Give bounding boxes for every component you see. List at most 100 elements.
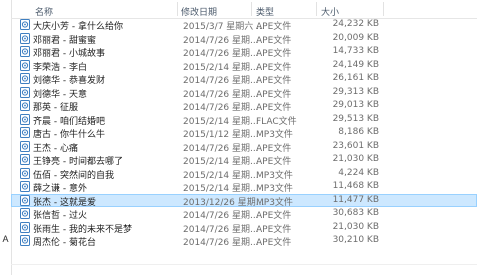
file-size: 20,009 KB [332,32,379,43]
file-name: 张雨生 - 我的未来不是梦 [33,224,132,235]
file-row[interactable]: 张雨生 - 我的未来不是梦 2014/7/26 星期... APE文件 21,030 … [11,221,477,235]
file-type: APE文件 [256,103,292,113]
audio-file-icon [20,194,30,206]
file-type: MP3文件 [256,130,293,140]
file-date: 2014/7/26 星期... [183,103,259,113]
audio-file-icon [20,86,30,98]
column-divider[interactable] [383,2,384,16]
file-row[interactable]: 王杰 - 心痛 2014/7/26 星期... APE文件 23,601 KB [11,140,477,154]
file-name: 王杰 - 心痛 [33,143,78,154]
audio-file-icon [20,127,30,138]
file-size: 14,733 KB [332,46,379,56]
file-name: 邓丽君 - 小城故事 [33,49,105,59]
file-size: 24,149 KB [332,59,379,70]
file-name: 伍佰 - 突然间的自我 [33,170,114,181]
file-type: APE文件 [256,22,292,32]
file-date: 2015/2/14 星期... [183,184,259,194]
file-date: 2015/3/7 星期六 ... [183,22,265,32]
file-row[interactable]: 唐古 - 你牛什么牛 2015/1/12 星期... MP3文件 8,186 KB [11,126,477,140]
audio-file-icon [20,19,30,30]
file-name: 薛之谦 - 意外 [33,184,87,194]
file-size: 21,030 KB [332,154,379,164]
file-size: 30,683 KB [332,208,379,218]
file-row[interactable]: 伍佰 - 突然间的自我 2015/2/14 星期... MP3文件 4,224 KB [11,167,477,181]
file-size: 11,477 KB [332,194,379,205]
file-type: APE文件 [256,211,292,221]
file-row[interactable]: 薛之谦 - 意外 2015/2/14 星期... MP3文件 11,468 KB [11,180,477,194]
file-row[interactable]: 周杰伦 - 菊花台 2014/7/26 星期... APE文件 30,210 KB [11,234,477,248]
column-header-type[interactable]: 类型 [256,5,274,18]
file-size: 4,224 KB [338,167,379,178]
audio-file-icon [20,59,30,71]
file-row[interactable]: 邓丽君 - 小城故事 2014/7/26 星期... APE文件 14,733 KB [11,45,477,59]
file-name: 王铮亮 - 时间都去哪了 [33,157,123,167]
file-date: 2014/7/26 星期... [183,76,259,86]
column-header-size[interactable]: 大小 [321,5,339,18]
audio-file-icon [20,235,30,246]
file-row[interactable]: 刘德华 - 恭喜发财 2014/7/26 星期... APE文件 26,161 KB [11,72,477,86]
file-row[interactable]: 王铮亮 - 时间都去哪了 2015/2/14 星期... APE文件 21,030 K… [11,153,477,167]
file-date: 2014/7/26 星期... [183,143,259,154]
file-type: MP3文件 [256,184,293,194]
file-type: APE文件 [256,157,292,167]
file-type: MP3文件 [256,197,293,208]
file-date: 2014/7/26 星期... [183,49,259,59]
audio-file-icon [20,140,30,152]
file-size: 23,601 KB [332,140,379,151]
file-type: FLAC文件 [256,116,297,127]
file-date: 2014/7/26 星期... [183,224,259,235]
file-date: 2015/1/12 星期... [183,130,259,140]
file-name: 那英 - 征服 [33,103,78,113]
file-size: 29,513 KB [332,113,379,124]
file-size: 29,313 KB [332,86,379,97]
column-header-date[interactable]: 修改日期 [181,5,217,18]
column-divider[interactable] [316,2,317,16]
column-divider[interactable] [251,2,252,16]
file-row[interactable]: 大庆小芳 - 拿什么给你 2015/3/7 星期六 ... APE文件 24,232 … [11,18,477,32]
file-date: 2014/7/26 星期... [183,35,259,46]
file-date: 2014/7/26 星期... [183,211,259,221]
file-type: APE文件 [256,89,292,100]
file-type: APE文件 [256,143,292,154]
file-row[interactable]: 李荣浩 - 李白 2015/2/14 星期... APE文件 24,149 KB [11,59,477,73]
file-row[interactable]: 张信哲 - 过火 2014/7/26 星期... APE文件 30,683 KB [11,207,477,221]
file-row[interactable]: 刘德华 - 天意 2014/7/26 星期... APE文件 29,313 KB [11,86,477,100]
file-type: APE文件 [256,62,292,73]
audio-file-icon [20,32,30,44]
file-name: 李荣浩 - 李白 [33,62,87,73]
file-name: 邓丽君 - 甜蜜蜜 [33,35,96,46]
column-divider[interactable] [177,2,178,16]
nav-pane-clipped-text: A [2,234,9,244]
list-bottom-divider [11,264,477,265]
file-type: APE文件 [256,49,292,59]
file-row[interactable]: 齐晨 - 咱们结婚吧 2015/2/14 星期... FLAC文件 29,513 KB [11,113,477,127]
file-name: 周杰伦 - 菊花台 [33,238,96,248]
audio-file-icon [20,100,30,111]
file-row[interactable]: 张杰 - 这就是爱 2013/12/26 星期... MP3文件 11,477 KB [11,193,477,208]
file-type: APE文件 [256,238,292,248]
file-date: 2014/7/26 星期... [183,238,259,248]
file-date: 2013/12/26 星期... [183,197,265,208]
audio-file-icon [20,167,30,179]
file-size: 21,030 KB [332,221,379,232]
audio-file-icon [20,73,30,84]
file-size: 26,161 KB [332,73,379,83]
file-row[interactable]: 邓丽君 - 甜蜜蜜 2014/7/26 星期... APE文件 20,009 KB [11,32,477,46]
column-header-name[interactable]: 名称 [35,5,53,18]
file-type: APE文件 [256,224,292,235]
audio-file-icon [20,221,30,233]
file-date: 2015/2/14 星期... [183,170,259,181]
audio-file-icon [20,208,30,219]
file-name: 刘德华 - 恭喜发财 [33,76,105,86]
file-type: MP3文件 [256,170,293,181]
file-row[interactable]: 那英 - 征服 2014/7/26 星期... APE文件 29,013 KB [11,99,477,113]
file-name: 齐晨 - 咱们结婚吧 [33,116,105,127]
file-name: 张杰 - 这就是爱 [33,197,96,208]
file-name: 大庆小芳 - 拿什么给你 [33,22,123,32]
file-size: 8,186 KB [338,127,379,137]
file-type: APE文件 [256,76,292,86]
file-list: 大庆小芳 - 拿什么给你 2015/3/7 星期六 ... APE文件 24,232 … [11,18,477,248]
file-size: 30,210 KB [332,235,379,245]
file-size: 29,013 KB [332,100,379,110]
file-date: 2015/2/14 星期... [183,157,259,167]
